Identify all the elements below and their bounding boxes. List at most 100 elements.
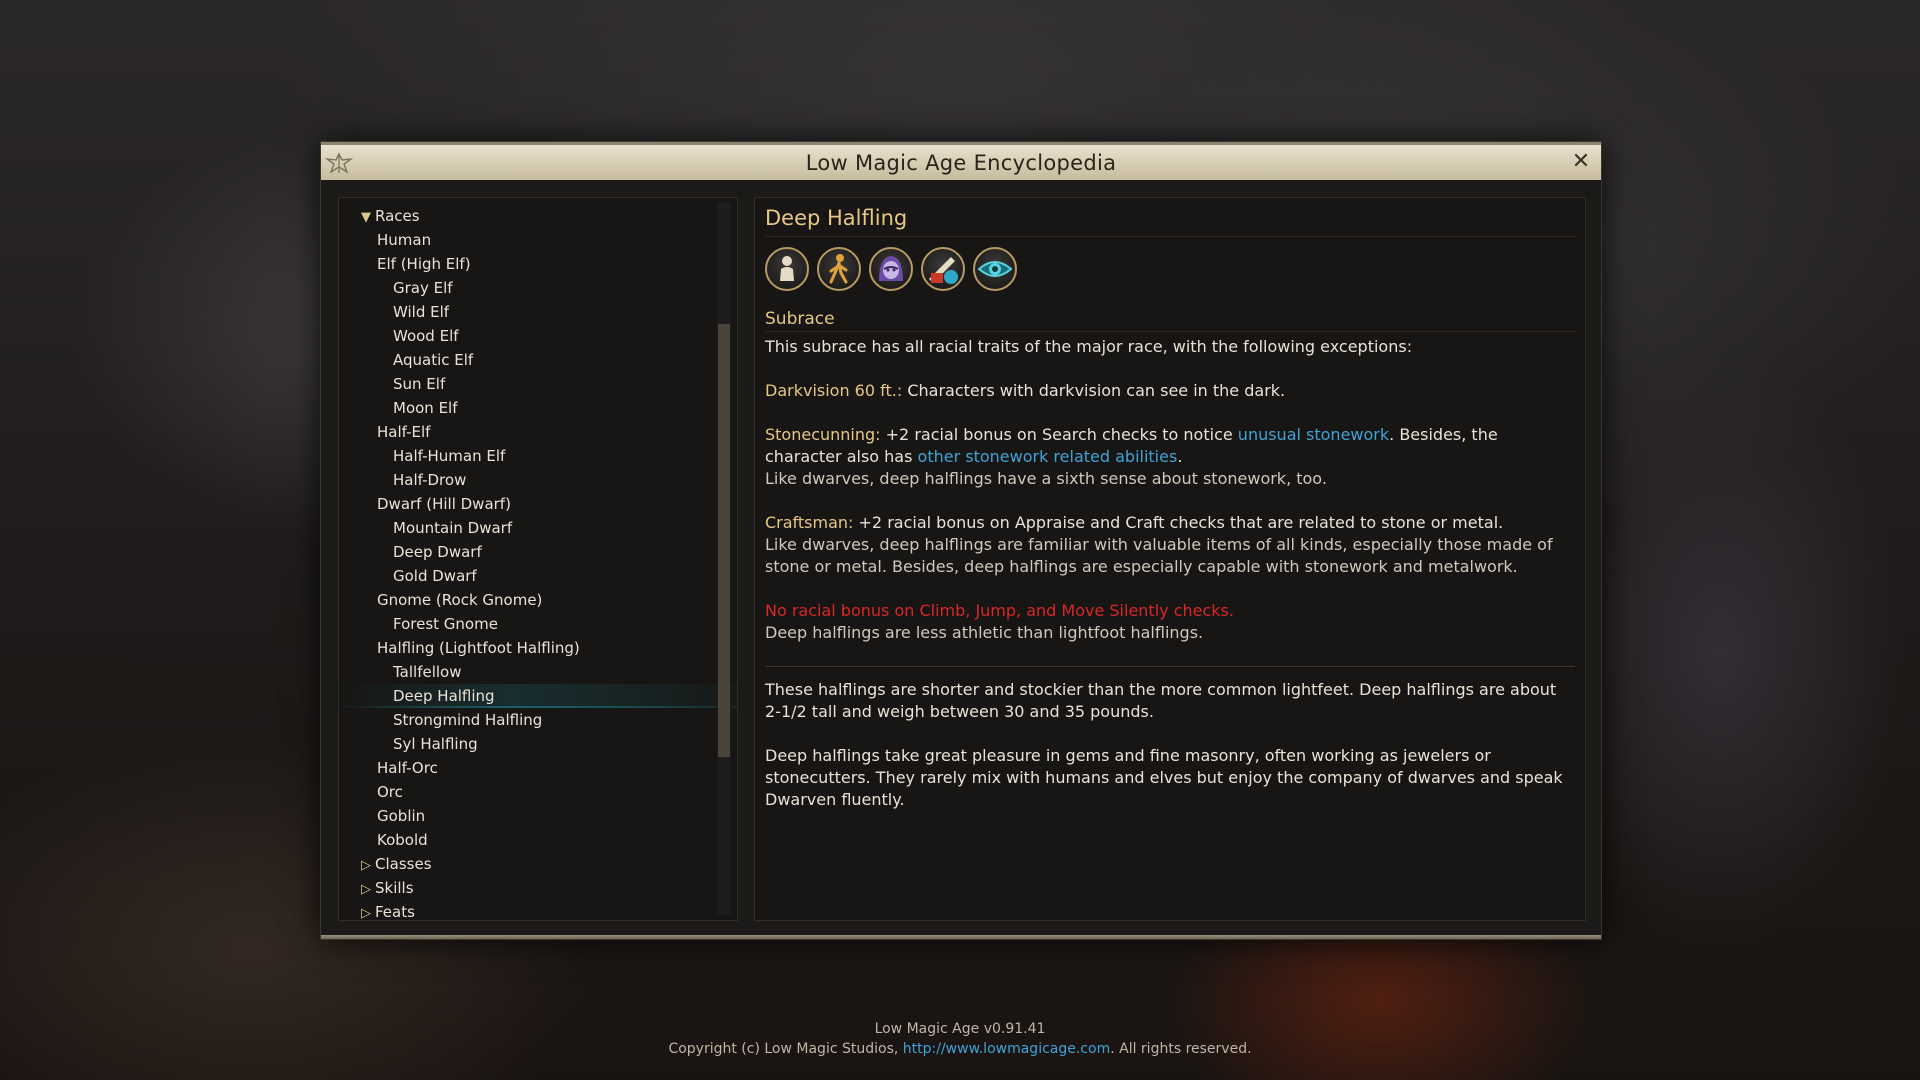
tree-item[interactable]: Moon Elf (339, 396, 737, 420)
tree-item[interactable]: Orc (339, 780, 737, 804)
tree-item-label: Strongmind Halfling (393, 711, 543, 729)
tree-item[interactable]: Goblin (339, 804, 737, 828)
tree-item[interactable]: Kobold (339, 828, 737, 852)
tree-item-label: Gnome (Rock Gnome) (377, 591, 543, 609)
tree-category[interactable]: ▷ Skills (339, 876, 737, 902)
tree-item[interactable]: Wood Elf (339, 324, 737, 348)
walking-figure-icon[interactable] (817, 247, 861, 291)
humanoid-figure-icon[interactable] (765, 247, 809, 291)
tree-item-label: Half-Drow (393, 471, 467, 489)
tree-item[interactable]: Half-Orc (339, 756, 737, 780)
detail-panel: Deep Halfling Subrace This subrace has a… (754, 197, 1586, 921)
tree-item-label: Human (377, 231, 432, 249)
eye-icon[interactable] (973, 247, 1017, 291)
darkvision-text: Characters with darkvision can see in th… (902, 381, 1286, 400)
tree-item[interactable]: Half-Drow (339, 468, 737, 492)
penalty-note: Deep halflings are less athletic than li… (765, 623, 1204, 642)
tree-item[interactable]: Gray Elf (339, 276, 737, 300)
encyclopedia-tree[interactable]: ▼ Races Human Elf (High Elf) Gray Elf Wild El… (338, 197, 738, 921)
tree-item-label: Orc (377, 783, 403, 801)
subrace-heading: Subrace (765, 309, 1575, 332)
window-bottom-border (321, 935, 1601, 939)
craftsman-note: Like dwarves, deep halflings are familia… (765, 535, 1553, 576)
tree-item-label: Sun Elf (393, 375, 446, 393)
copyright-suffix: . All rights reserved. (1110, 1041, 1252, 1057)
tree-item-label: Feats (375, 903, 415, 921)
tree-item-label: Half-Human Elf (393, 447, 506, 465)
tree-item[interactable]: Sun Elf (339, 372, 737, 396)
tree-item[interactable]: Mountain Dwarf (339, 516, 737, 540)
darkvision-label: Darkvision 60 ft.: (765, 381, 903, 400)
subrace-intro: This subrace has all racial traits of th… (765, 337, 1413, 356)
tree-item-label: Goblin (377, 807, 426, 825)
tree-item-label: Tallfellow (393, 663, 462, 681)
description-2: Deep halflings take great pleasure in ge… (765, 746, 1563, 809)
copyright-line: Copyright (c) Low Magic Studios, http://… (0, 1041, 1920, 1057)
tree-item[interactable]: Half-Human Elf (339, 444, 737, 468)
tree-item[interactable]: Human (339, 228, 737, 252)
tree-category[interactable]: ▷ Feats (339, 900, 737, 921)
tree-item-label: Wild Elf (393, 303, 450, 321)
tree-item[interactable]: Strongmind Halfling (339, 708, 737, 732)
tree-item[interactable]: Half-Elf (339, 420, 737, 444)
tree-item[interactable]: Elf (High Elf) (339, 252, 737, 276)
tree-item[interactable]: Wild Elf (339, 300, 737, 324)
tree-item-label: Syl Halfling (393, 735, 478, 753)
penalty-text: No racial bonus on Climb, Jump, and Move… (765, 601, 1234, 620)
craft-tools-icon[interactable] (921, 247, 965, 291)
stonework-abilities-link[interactable]: other stonework related abilities (918, 447, 1178, 466)
tree-item-label: Halfling (Lightfoot Halfling) (377, 639, 580, 657)
tree-item-label: Elf (High Elf) (377, 255, 471, 273)
tree-item-label: Deep Dwarf (393, 543, 482, 561)
stonecunning-trait: Stonecunning: +2 racial bonus on Search … (765, 424, 1575, 468)
tree-item[interactable]: Gnome (Rock Gnome) (339, 588, 737, 612)
tree-item[interactable]: Deep Halfling (339, 684, 737, 708)
collapsed-arrow-icon[interactable]: ▷ (361, 902, 375, 920)
tree-item-label: Half-Elf (377, 423, 431, 441)
description-1: These halflings are shorter and stockier… (765, 680, 1557, 721)
tree-item[interactable]: Halfling (Lightfoot Halfling) (339, 636, 737, 660)
stonecunning-label: Stonecunning: (765, 425, 881, 444)
expanded-arrow-icon[interactable]: ▼ (361, 206, 375, 230)
tree-item[interactable]: Deep Dwarf (339, 540, 737, 564)
collapsed-arrow-icon[interactable]: ▷ (361, 878, 375, 902)
window-title: Low Magic Age Encyclopedia (805, 151, 1117, 175)
craftsman-trait: Craftsman: +2 racial bonus on Appraise a… (765, 512, 1575, 534)
close-icon[interactable]: ✕ (1569, 150, 1593, 174)
tree-item-label: Races (375, 207, 420, 225)
tree-item[interactable]: Aquatic Elf (339, 348, 737, 372)
tree-item-label: Mountain Dwarf (393, 519, 513, 537)
tree-item[interactable]: Syl Halfling (339, 732, 737, 756)
title-bar[interactable]: Low Magic Age Encyclopedia ✕ (321, 142, 1601, 180)
tree-item[interactable]: Gold Dwarf (339, 564, 737, 588)
tree-category[interactable]: ▷ Classes (339, 852, 737, 878)
tree-item-label: Half-Orc (377, 759, 438, 777)
tree-item-label: Gray Elf (393, 279, 453, 297)
stonecunning-note: Like dwarves, deep halflings have a sixt… (765, 469, 1327, 488)
trait-icons (765, 247, 1575, 293)
hooded-face-icon[interactable] (869, 247, 913, 291)
encyclopedia-window: Low Magic Age Encyclopedia ✕ ▼ Races Human… (320, 141, 1602, 940)
tree-item-label: Classes (375, 855, 432, 873)
craftsman-text: +2 racial bonus on Appraise and Craft ch… (853, 513, 1504, 532)
website-link[interactable]: http://www.lowmagicage.com (903, 1041, 1110, 1057)
section-divider (765, 666, 1575, 667)
collapsed-arrow-icon[interactable]: ▷ (361, 854, 375, 878)
tree-category[interactable]: ▼ Races (339, 204, 737, 230)
entry-title: Deep Halfling (765, 206, 1575, 237)
tree-item-label: Forest Gnome (393, 615, 498, 633)
craftsman-label: Craftsman: (765, 513, 854, 532)
tree-item[interactable]: Forest Gnome (339, 612, 737, 636)
stonecunning-text: +2 racial bonus on Search checks to noti… (880, 425, 1238, 444)
tree-item-label: Skills (375, 879, 414, 897)
tree-item[interactable]: Dwarf (Hill Dwarf) (339, 492, 737, 516)
tree-item-label: Gold Dwarf (393, 567, 477, 585)
tree-item-label: Aquatic Elf (393, 351, 474, 369)
tree-item[interactable]: Tallfellow (339, 660, 737, 684)
stonecunning-text-3: . (1177, 447, 1183, 466)
copyright-text: Copyright (c) Low Magic Studios, (668, 1041, 903, 1057)
scrollbar-thumb[interactable] (718, 324, 730, 757)
tree-scrollbar[interactable] (717, 202, 731, 914)
unusual-stonework-link[interactable]: unusual stonework (1238, 425, 1389, 444)
tree-item-label: Kobold (377, 831, 428, 849)
